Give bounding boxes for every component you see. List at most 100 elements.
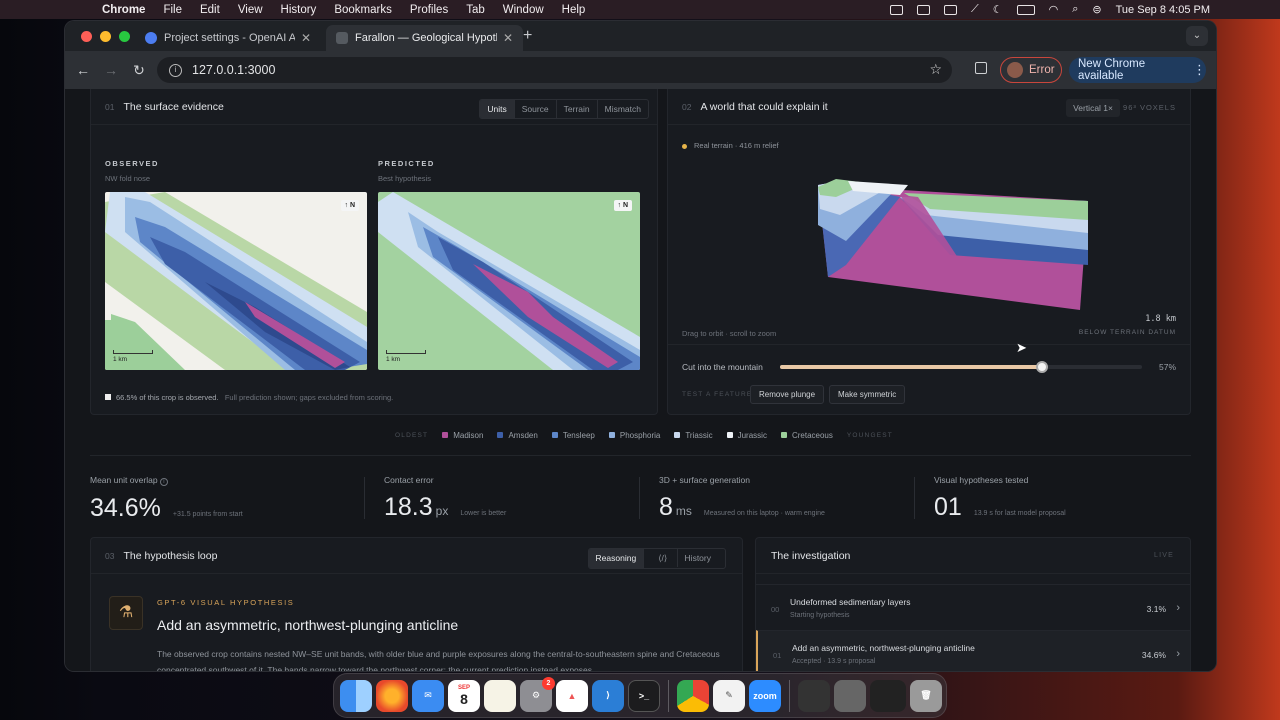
investigation-row[interactable]: 00 Undeformed sedimentary layers Startin… [756, 584, 1190, 630]
menu-edit[interactable]: Edit [200, 4, 220, 16]
new-chrome-button[interactable]: New Chrome available ⋮ [1069, 57, 1206, 83]
menu-tab[interactable]: Tab [466, 4, 485, 16]
row-title: Undeformed sedimentary layers [790, 597, 911, 607]
textedit-icon[interactable]: ✎ [713, 679, 745, 712]
control-center-icon[interactable]: ⊜ [1092, 3, 1101, 16]
calendar-icon[interactable]: SEP 8 [448, 679, 480, 712]
make-symmetric-button[interactable]: Make symmetric [829, 385, 906, 404]
stat-label: Visual hypotheses tested [934, 475, 1029, 485]
vertical-exaggeration-button[interactable]: Vertical 1× [1066, 99, 1120, 117]
cut-slider[interactable] [780, 361, 1142, 373]
tab-reasoning[interactable]: Reasoning [588, 549, 645, 568]
live-badge: LIVE [1154, 552, 1174, 559]
new-tab-icon[interactable]: + [523, 27, 532, 45]
menu-window[interactable]: Window [503, 4, 544, 16]
chevron-right-icon[interactable]: › [1176, 648, 1180, 660]
close-window-icon[interactable] [81, 31, 92, 42]
notes-icon[interactable] [484, 679, 516, 712]
profile-error-button[interactable]: Error [1000, 57, 1062, 83]
menu-profiles[interactable]: Profiles [410, 4, 448, 16]
zoom-icon[interactable]: zoom [749, 679, 781, 712]
predicted-sub: Best hypothesis [378, 174, 431, 183]
window-thumbnail-icon[interactable] [870, 679, 906, 712]
firefox-icon[interactable] [376, 679, 408, 712]
minimize-window-icon[interactable] [100, 31, 111, 42]
reload-icon[interactable]: ↻ [125, 62, 153, 79]
hypothesis-loop-panel: 03 The hypothesis loop Reasoning ⟨/⟩ His… [90, 537, 743, 671]
terminal-icon[interactable]: >_ [628, 679, 660, 712]
info-icon[interactable]: i [159, 478, 168, 486]
screen-icon[interactable] [890, 4, 904, 15]
slider-value: 57% [1158, 362, 1176, 372]
search-icon[interactable]: ⌕ [1072, 3, 1078, 16]
panel-number: 03 [105, 550, 115, 561]
legend-label: Madison [453, 431, 484, 440]
3d-viewport[interactable] [668, 125, 1192, 335]
system-settings-icon[interactable]: ⚙ 2 [520, 676, 555, 712]
tab-openai-settings[interactable]: Project settings - OpenAI API ✕ [135, 25, 321, 51]
bookmark-star-icon[interactable]: ☆ [929, 61, 942, 78]
forward-icon[interactable]: → [97, 62, 125, 78]
menu-view[interactable]: View [238, 4, 263, 16]
address-bar[interactable]: i 127.0.0.1:3000 ☆ [157, 57, 952, 83]
tab-history[interactable]: ⟨/⟩ History [644, 549, 725, 568]
dock-separator [668, 679, 669, 712]
window-thumbnail-icon[interactable] [798, 679, 830, 712]
site-info-icon[interactable]: i [169, 63, 182, 77]
cut-slider-thumb[interactable] [1036, 361, 1049, 373]
divider [668, 344, 1190, 345]
legend-item: Triassic [674, 431, 713, 440]
zoom-label: zoom [753, 690, 777, 701]
depth-label: 1.8 km [1145, 314, 1176, 324]
legend-swatch [780, 432, 787, 438]
tab-mismatch[interactable]: Mismatch [598, 100, 648, 118]
wifi-icon[interactable]: ◠ [1049, 3, 1059, 16]
remove-plunge-button[interactable]: Remove plunge [750, 385, 825, 404]
tab-farallon[interactable]: Farallon — Geological Hypoth ✕ [326, 25, 523, 51]
side-panel-icon[interactable] [975, 62, 987, 74]
divider [639, 477, 640, 519]
legend-item: Phosphoria [608, 431, 660, 440]
menu-bookmarks[interactable]: Bookmarks [334, 4, 392, 16]
menu-history[interactable]: History [281, 4, 317, 16]
mic-off-icon[interactable]: ⟋ [971, 3, 979, 16]
mail-icon[interactable]: ✉ [412, 679, 444, 712]
menu-help[interactable]: Help [562, 4, 586, 16]
test-feature-label: TEST A FEATURE [682, 391, 753, 398]
loop-view-toggle: Reasoning ⟨/⟩ History [587, 548, 726, 569]
window-thumbnail-icon[interactable] [834, 679, 866, 712]
close-tab-icon[interactable]: ✕ [301, 31, 311, 45]
observed-map[interactable]: ↑ N 1 km [105, 192, 367, 370]
folder-icon[interactable] [917, 4, 931, 15]
tab-source[interactable]: Source [515, 100, 557, 118]
legend-oldest: OLDEST [395, 432, 429, 439]
menu-clock[interactable]: Tue Sep 8 4:05 PM [1116, 4, 1210, 16]
panel-header: 03 The hypothesis loop Reasoning ⟨/⟩ His… [91, 538, 742, 574]
trash-icon[interactable]: 🗑 [910, 679, 942, 712]
chrome-icon[interactable] [677, 679, 709, 712]
menu-app-name[interactable]: Chrome [102, 4, 145, 16]
chevron-right-icon[interactable]: › [1176, 602, 1180, 614]
zoom-window-icon[interactable] [119, 31, 130, 42]
vscode-icon[interactable]: ⟩ [592, 679, 624, 712]
menu-file[interactable]: File [163, 4, 182, 16]
close-tab-icon[interactable]: ✕ [503, 31, 513, 45]
tab-units[interactable]: Units [480, 100, 515, 118]
display-icon[interactable] [944, 4, 958, 15]
window-controls [81, 31, 130, 42]
finder-icon[interactable] [340, 679, 372, 712]
battery-icon[interactable] [1016, 4, 1035, 15]
predicted-map[interactable]: ↑ N 1 km [378, 192, 640, 370]
url-text[interactable]: 127.0.0.1:3000 [192, 63, 275, 77]
more-menu-icon[interactable]: ⋮ [1193, 62, 1206, 78]
investigation-row-active[interactable]: 01 Add an asymmetric, northwest-plunging… [756, 630, 1190, 671]
tab-search-icon[interactable]: ⌄ [1186, 26, 1208, 46]
maps-app-icon[interactable]: ▲ [556, 679, 588, 712]
scale-bar: 1 km [386, 350, 426, 363]
back-icon[interactable]: ← [69, 62, 97, 78]
tab-terrain[interactable]: Terrain [557, 100, 598, 118]
coverage-note: 66.5% of this crop is observed. Full pre… [105, 393, 393, 402]
app-page: 01 The surface evidence Units Source Ter… [65, 89, 1216, 671]
hypothesis-kicker: GPT-6 VISUAL HYPOTHESIS [157, 598, 295, 607]
moon-icon[interactable]: ☾ [993, 3, 1003, 16]
